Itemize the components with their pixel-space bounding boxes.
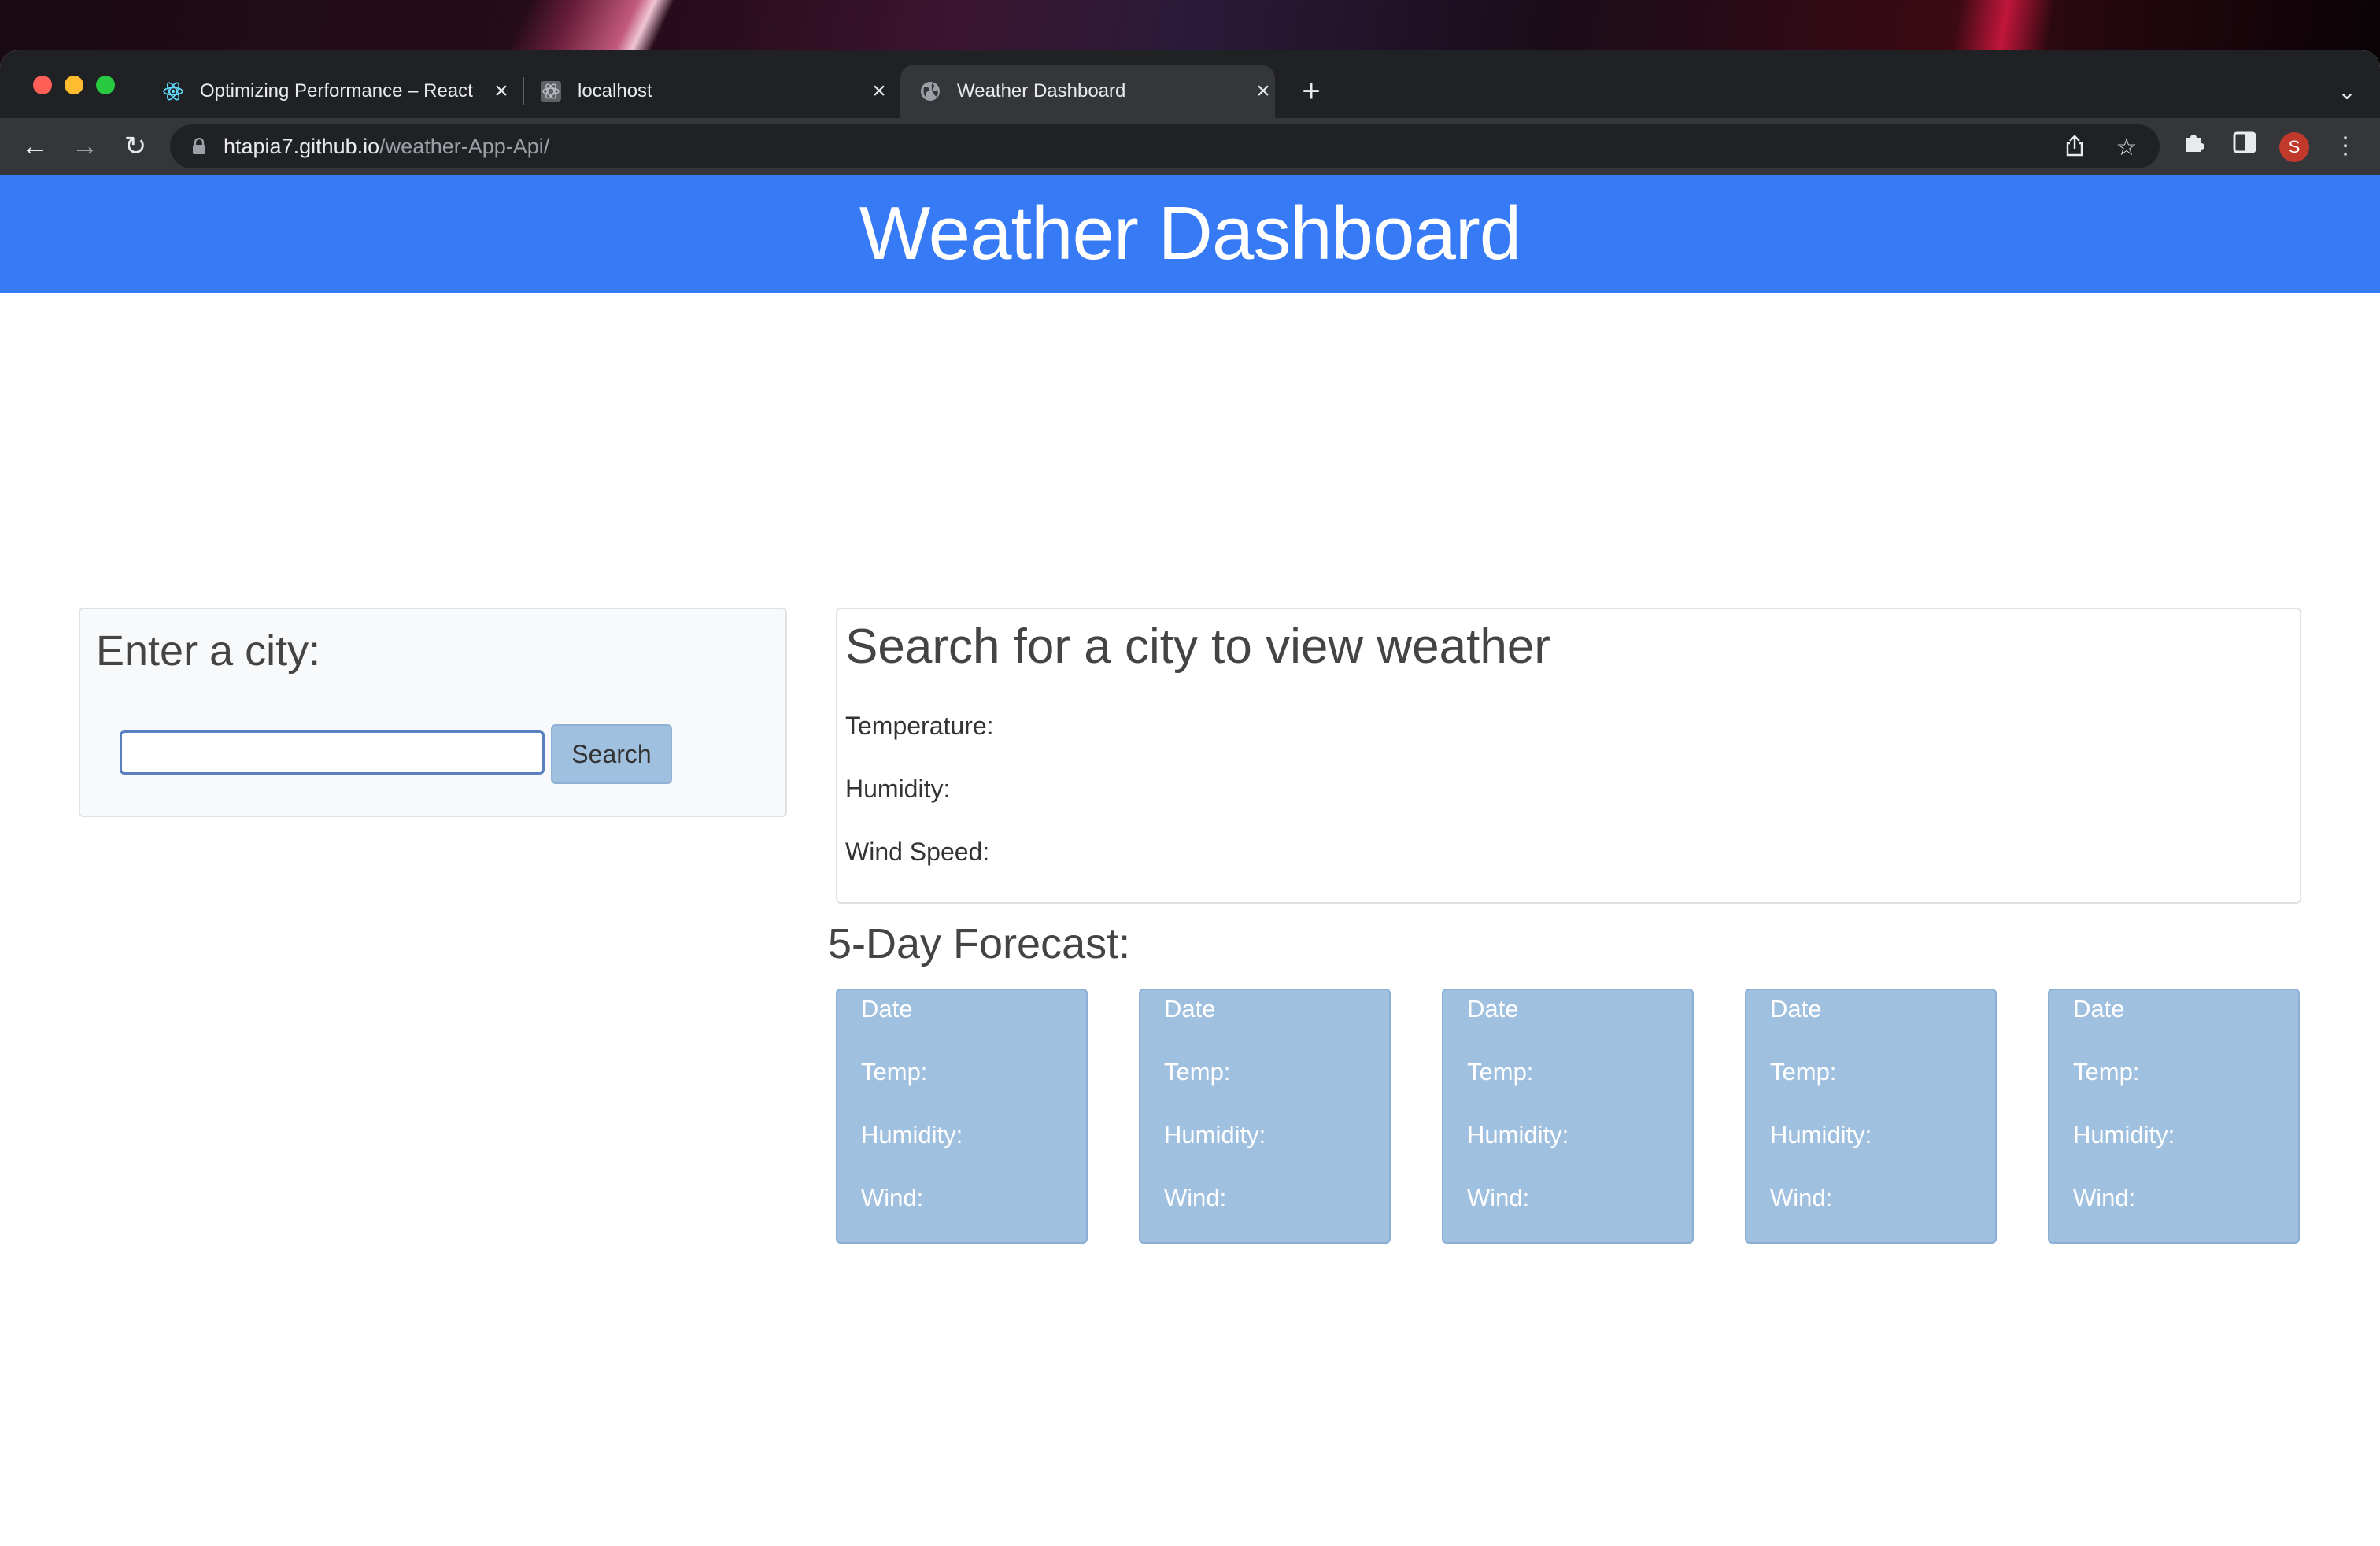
- minimize-window-button[interactable]: [65, 76, 83, 94]
- react-icon: [162, 80, 184, 102]
- extensions-puzzle-icon[interactable]: [2177, 129, 2212, 164]
- humidity-label: Humidity:: [845, 775, 951, 803]
- browser-toolbar: ← → ↻ htapia7.github.io/weather-App-Api/…: [0, 118, 2380, 175]
- browser-window: Optimizing Performance – React × localho…: [0, 50, 2380, 1546]
- globe-icon: [919, 80, 941, 102]
- forecast-wind: Wind:: [2073, 1184, 2136, 1211]
- forecast-card: Date Temp: Humidity: Wind:: [1442, 989, 1694, 1244]
- page-title: Weather Dashboard: [859, 191, 1521, 276]
- forecast-date: Date: [1467, 995, 1519, 1023]
- tab-optimizing-performance[interactable]: Optimizing Performance – React ×: [162, 65, 513, 118]
- new-tab-plus-icon[interactable]: +: [1297, 76, 1325, 107]
- tab-strip: Optimizing Performance – React × localho…: [0, 50, 2380, 118]
- reload-icon[interactable]: ↻: [118, 129, 153, 164]
- forecast-wind: Wind:: [1164, 1184, 1227, 1211]
- forecast-card: Date Temp: Humidity: Wind:: [2048, 989, 2300, 1244]
- forecast-date: Date: [2073, 995, 2125, 1023]
- forecast-wind: Wind:: [861, 1184, 924, 1211]
- forecast-card: Date Temp: Humidity: Wind:: [1745, 989, 1997, 1244]
- react-icon: [540, 80, 562, 102]
- page-header: Weather Dashboard: [0, 175, 2380, 293]
- wind-speed-label: Wind Speed:: [845, 838, 990, 866]
- current-weather-panel: Search for a city to view weather Temper…: [836, 608, 2301, 904]
- forward-arrow-icon[interactable]: →: [68, 129, 102, 164]
- current-weather-heading: Search for a city to view weather: [845, 620, 1550, 674]
- forecast-humidity: Humidity:: [861, 1121, 963, 1148]
- forecast-humidity: Humidity:: [1467, 1121, 1569, 1148]
- share-icon[interactable]: [2060, 134, 2089, 162]
- close-icon[interactable]: ×: [490, 78, 513, 104]
- close-icon[interactable]: ×: [1251, 78, 1275, 104]
- forecast-wind: Wind:: [1467, 1184, 1530, 1211]
- close-window-button[interactable]: [33, 76, 52, 94]
- more-vertical-icon[interactable]: ⋮: [2328, 129, 2363, 164]
- forecast-temp: Temp:: [1770, 1058, 1837, 1086]
- tab-weather-dashboard[interactable]: Weather Dashboard ×: [900, 65, 1275, 118]
- temperature-label: Temperature:: [845, 712, 994, 740]
- tab-search-chevron-icon[interactable]: ⌄: [2334, 79, 2360, 104]
- tab-divider: [523, 77, 524, 105]
- search-heading: Enter a city:: [96, 627, 321, 675]
- forecast-temp: Temp:: [861, 1058, 928, 1086]
- forecast-heading: 5-Day Forecast:: [828, 920, 1131, 967]
- forecast-humidity: Humidity:: [2073, 1121, 2175, 1148]
- forecast-temp: Temp:: [1164, 1058, 1231, 1086]
- forecast-humidity: Humidity:: [1164, 1121, 1266, 1148]
- maximize-window-button[interactable]: [96, 76, 115, 94]
- search-button[interactable]: Search: [551, 724, 672, 784]
- tab-title: localhost: [578, 80, 652, 102]
- tab-localhost[interactable]: localhost ×: [540, 65, 891, 118]
- forecast-card: Date Temp: Humidity: Wind:: [836, 989, 1088, 1244]
- forecast-temp: Temp:: [2073, 1058, 2140, 1086]
- forecast-wind: Wind:: [1770, 1184, 1833, 1211]
- side-panel-icon[interactable]: [2227, 129, 2262, 164]
- url-text: htapia7.github.io/weather-App-Api/: [224, 135, 549, 159]
- forecast-temp: Temp:: [1467, 1058, 1534, 1086]
- forecast-humidity: Humidity:: [1770, 1121, 1872, 1148]
- close-icon[interactable]: ×: [867, 78, 891, 104]
- bookmark-star-icon[interactable]: ☆: [2112, 134, 2141, 162]
- tab-title: Optimizing Performance – React: [200, 80, 473, 102]
- url-path: /weather-App-Api/: [379, 134, 550, 158]
- forecast-date: Date: [861, 995, 913, 1023]
- city-search-panel: Enter a city: Search: [79, 608, 787, 817]
- page-content: Weather Dashboard Enter a city: Search S…: [0, 175, 2380, 1546]
- forecast-date: Date: [1770, 995, 1822, 1023]
- city-search-input[interactable]: [120, 730, 545, 775]
- back-arrow-icon[interactable]: ←: [17, 129, 52, 164]
- forecast-date: Date: [1164, 995, 1216, 1023]
- address-bar[interactable]: htapia7.github.io/weather-App-Api/ ☆: [170, 124, 2160, 168]
- tab-title: Weather Dashboard: [957, 80, 1126, 102]
- url-host: htapia7.github.io: [224, 134, 380, 158]
- lock-icon: [193, 138, 205, 154]
- profile-avatar[interactable]: S: [2279, 132, 2309, 162]
- forecast-card: Date Temp: Humidity: Wind:: [1139, 989, 1391, 1244]
